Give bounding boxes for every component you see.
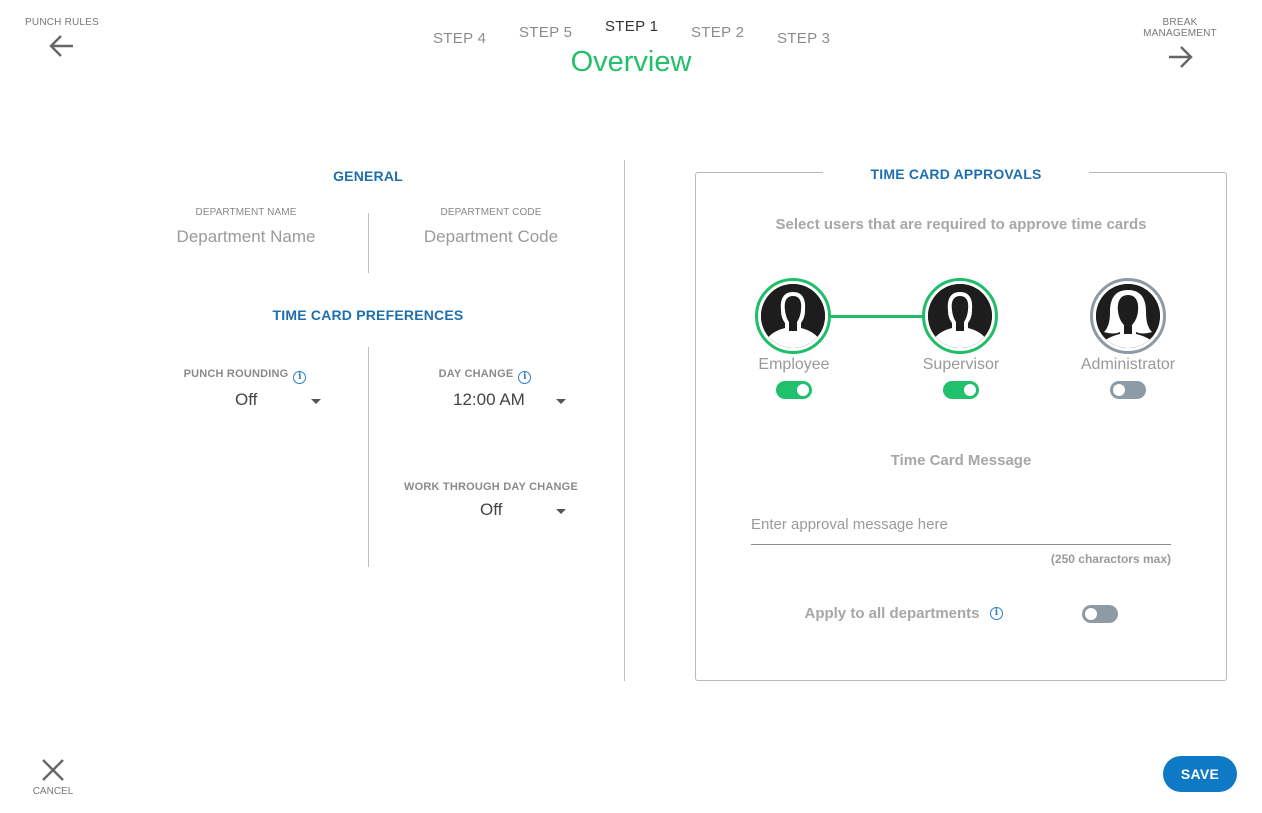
apply-all-label: Apply to all departments — [804, 605, 980, 622]
step-4-tab[interactable]: STEP 4 — [433, 30, 486, 47]
supervisor-label: Supervisor — [922, 356, 1000, 373]
general-divider — [368, 213, 369, 273]
day-change-label-text: DAY CHANGE — [438, 368, 514, 380]
approvals-heading: TIME CARD APPROVALS — [870, 166, 1042, 182]
approvals-subtitle: Select users that are required to approv… — [775, 216, 1147, 233]
male-silhouette-icon — [928, 284, 992, 348]
toggle-knob — [797, 384, 809, 396]
info-icon[interactable]: i — [293, 371, 307, 384]
approval-message-input[interactable] — [751, 505, 1171, 545]
preferences-divider — [368, 347, 369, 567]
supervisor-toggle[interactable] — [943, 381, 979, 399]
work-through-value: Off — [480, 500, 503, 519]
administrator-label: Administrator — [1080, 356, 1176, 373]
prev-nav-label: PUNCH RULES — [25, 17, 99, 28]
step-1-tab[interactable]: STEP 1 — [605, 18, 658, 35]
save-button[interactable]: SAVE — [1163, 756, 1237, 792]
day-change-select[interactable]: 12:00 AM — [453, 390, 571, 412]
day-change-value: 12:00 AM — [453, 390, 525, 409]
message-heading: Time Card Message — [890, 452, 1032, 469]
general-heading: GENERAL — [333, 168, 403, 184]
supervisor-avatar — [922, 278, 998, 354]
employee-avatar — [755, 278, 831, 354]
info-icon[interactable]: i — [518, 371, 532, 384]
chevron-down-icon — [311, 399, 321, 404]
chevron-down-icon — [556, 509, 566, 514]
cancel-label: CANCEL — [32, 786, 74, 797]
work-through-label: WORK THROUGH DAY CHANGE — [404, 481, 578, 493]
center-divider — [624, 160, 625, 681]
department-name-label: DEPARTMENT NAME — [195, 207, 297, 218]
toggle-knob — [1085, 608, 1097, 620]
male-silhouette-icon — [761, 284, 825, 348]
day-change-label: DAY CHANGE i — [420, 368, 550, 384]
approval-connector — [830, 315, 924, 318]
department-code-label: DEPARTMENT CODE — [440, 207, 542, 218]
punch-rounding-value: Off — [235, 390, 258, 409]
punch-rounding-label: PUNCH ROUNDING i — [160, 368, 330, 384]
step-2-tab[interactable]: STEP 2 — [691, 24, 744, 41]
toggle-knob — [1113, 384, 1125, 396]
work-through-select[interactable]: Off — [480, 500, 570, 522]
preferences-heading: TIME CARD PREFERENCES — [272, 307, 464, 323]
employee-toggle[interactable] — [776, 381, 812, 399]
next-nav-label: BREAK MANAGEMENT — [1143, 17, 1217, 39]
department-code-input[interactable] — [391, 225, 591, 249]
step-3-tab[interactable]: STEP 3 — [777, 30, 830, 47]
department-name-input[interactable] — [146, 225, 346, 249]
step-5-tab[interactable]: STEP 5 — [519, 24, 572, 41]
message-char-hint: (250 charactors max) — [1050, 552, 1171, 566]
toggle-knob — [964, 384, 976, 396]
page-title: Overview — [570, 46, 692, 78]
punch-rounding-label-text: PUNCH ROUNDING — [183, 368, 289, 380]
close-icon[interactable] — [39, 756, 67, 784]
punch-rounding-select[interactable]: Off — [235, 390, 325, 412]
apply-all-toggle[interactable] — [1082, 605, 1118, 623]
employee-label: Employee — [758, 356, 830, 373]
info-icon[interactable]: i — [990, 607, 1003, 620]
female-silhouette-icon — [1096, 284, 1160, 348]
administrator-toggle[interactable] — [1110, 381, 1146, 399]
chevron-down-icon — [556, 399, 566, 404]
administrator-avatar — [1090, 278, 1166, 354]
cancel-button[interactable]: CANCEL — [26, 756, 80, 797]
